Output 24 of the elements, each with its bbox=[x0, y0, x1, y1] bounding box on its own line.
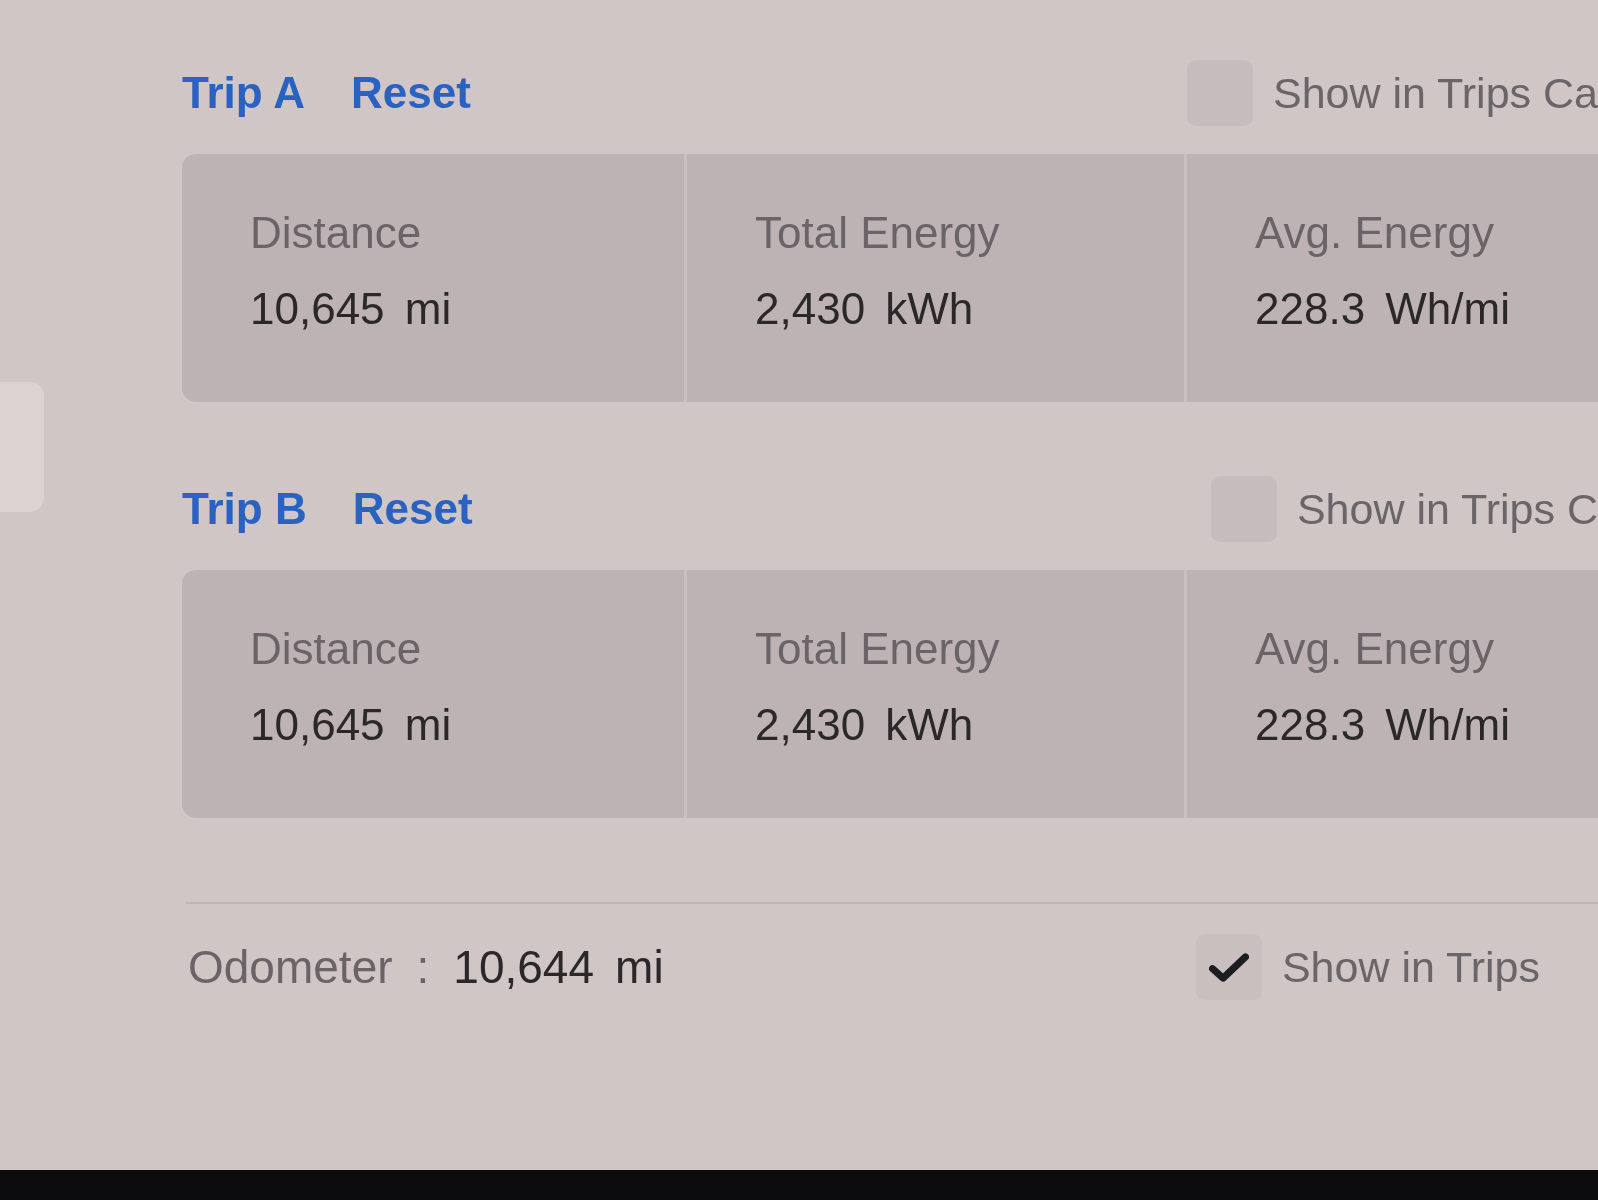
stat-value: 10,645 mi bbox=[250, 284, 452, 334]
stat-value: 2,430 kWh bbox=[755, 700, 974, 750]
stat-label: Total Energy bbox=[755, 624, 1000, 674]
reset-link[interactable]: Reset bbox=[352, 484, 473, 534]
trip-title: Trip B bbox=[182, 484, 307, 534]
trip-title: Trip A bbox=[182, 68, 306, 118]
separator-colon: : bbox=[416, 940, 430, 994]
odometer-label: Odometer bbox=[188, 940, 393, 994]
checkbox-label[interactable]: Show in Trips bbox=[1281, 942, 1540, 992]
stat-label: Avg. Energy bbox=[1255, 208, 1494, 258]
stat-value: 2,430 kWh bbox=[755, 284, 974, 334]
checkbox-label[interactable]: Show in Trips Ca bbox=[1272, 68, 1598, 118]
reset-link[interactable]: Reset bbox=[351, 68, 471, 118]
checkbox[interactable] bbox=[1195, 934, 1262, 1000]
check-icon bbox=[1208, 951, 1249, 983]
checkbox-label[interactable]: Show in Trips C bbox=[1296, 484, 1598, 534]
stat-value: 228.3 Wh/mi bbox=[1255, 700, 1510, 750]
stat-label: Total Energy bbox=[755, 208, 1000, 258]
stat-value: 228.3 Wh/mi bbox=[1255, 284, 1510, 334]
stat-value: 10,645 mi bbox=[250, 700, 452, 750]
stat-label: Avg. Energy bbox=[1255, 624, 1494, 674]
stat-label: Distance bbox=[250, 624, 422, 674]
odometer-value: 10,644 mi bbox=[453, 940, 664, 994]
stat-label: Distance bbox=[250, 208, 422, 258]
